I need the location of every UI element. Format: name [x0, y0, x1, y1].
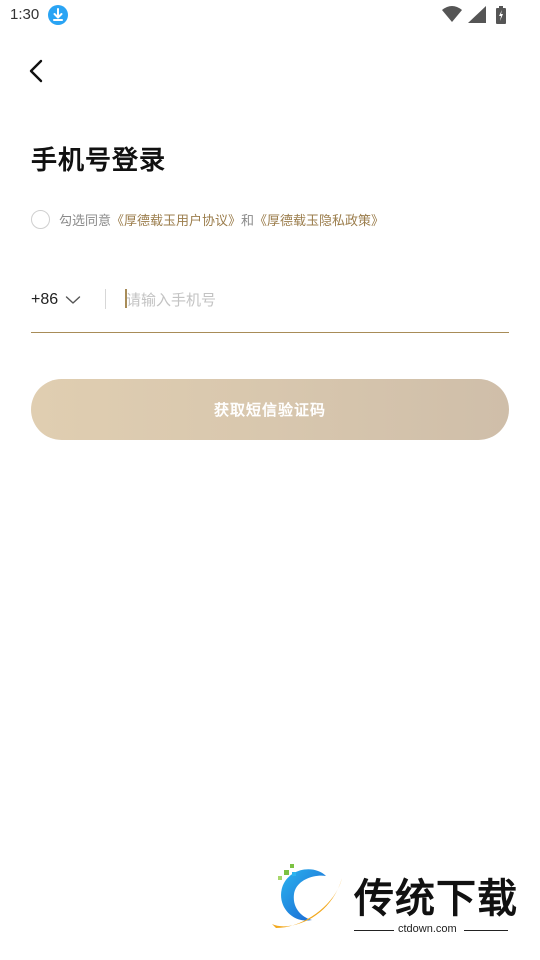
watermark: 传统下载 ctdown.com	[268, 862, 518, 938]
chevron-down-icon	[65, 296, 81, 304]
status-bar: 1:30	[0, 0, 540, 32]
chevron-left-icon	[29, 59, 43, 83]
phone-number-input[interactable]	[126, 285, 506, 315]
watermark-name: 传统下载	[354, 876, 518, 922]
page-title: 手机号登录	[31, 146, 167, 176]
watermark-domain: ctdown.com	[398, 923, 457, 935]
back-button[interactable]	[22, 54, 54, 88]
divider	[105, 289, 106, 309]
watermark-rule-left	[354, 930, 394, 931]
download-icon	[48, 5, 68, 25]
signal-icon	[468, 6, 486, 23]
battery-icon	[496, 6, 506, 24]
phone-input-row: +86	[31, 280, 509, 333]
wifi-icon	[442, 6, 462, 22]
country-code-selector[interactable]: +86	[31, 289, 81, 311]
agreement-prefix: 勾选同意	[59, 213, 112, 229]
watermark-rule-right	[464, 930, 508, 931]
status-time: 1:30	[10, 6, 40, 23]
agreement-row: 勾选同意 《厚德载玉用户协议》 和 《厚德载玉隐私政策》	[31, 208, 384, 230]
country-code: +86	[31, 291, 59, 308]
ctdown-logo	[272, 864, 342, 928]
user-agreement-link[interactable]: 《厚德载玉用户协议》	[111, 210, 241, 229]
agreement-conjunction: 和	[241, 213, 255, 229]
text-cursor	[125, 289, 127, 308]
get-sms-code-button[interactable]: 获取短信验证码	[31, 379, 509, 440]
privacy-policy-link[interactable]: 《厚德载玉隐私政策》	[254, 210, 384, 229]
agreement-checkbox[interactable]	[31, 209, 50, 229]
